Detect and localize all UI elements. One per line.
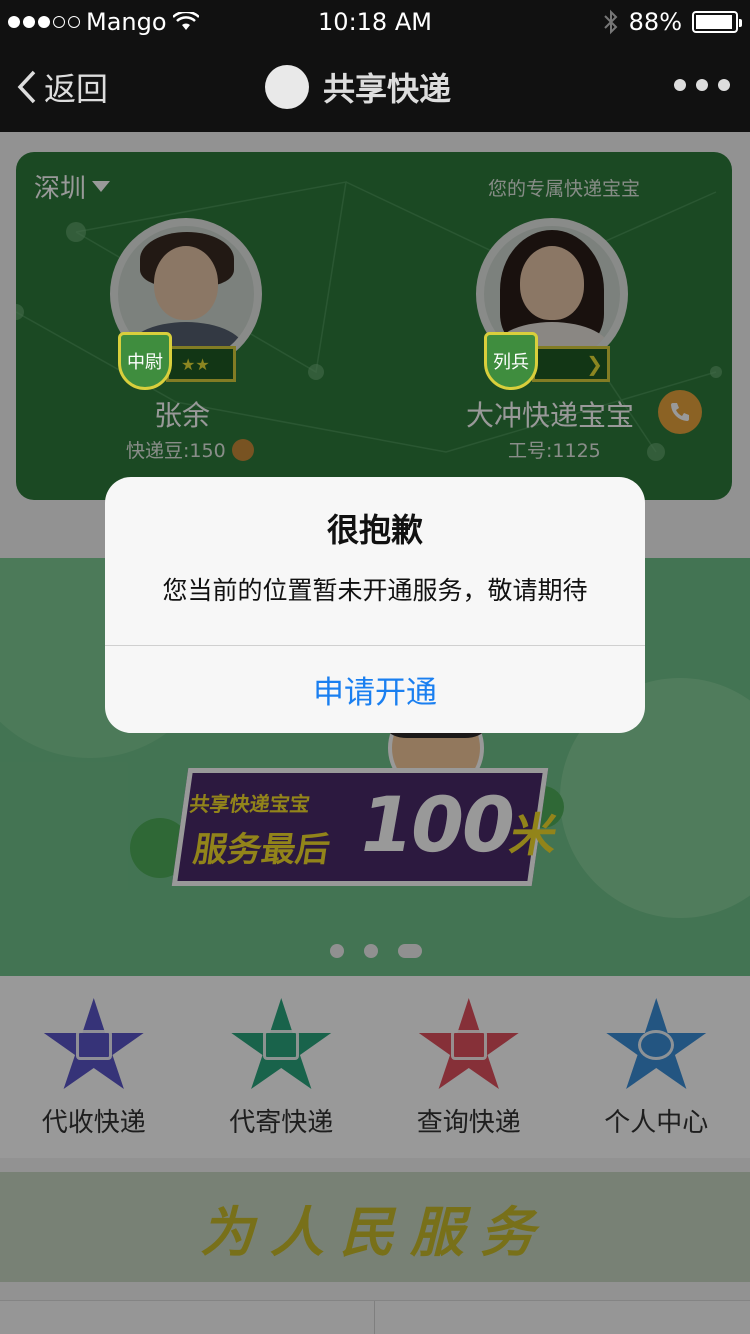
battery-percentage: 88% — [628, 8, 682, 36]
page-title: 共享快递 — [323, 70, 452, 108]
rank-shield-icon: 列兵 — [484, 332, 538, 390]
more-options-button[interactable] — [674, 79, 730, 91]
alert-title: 很抱歉 — [326, 511, 423, 549]
modal-overlay[interactable] — [0, 132, 750, 1334]
rank-shield-icon: 中尉 — [118, 332, 172, 390]
more-dot-icon — [718, 79, 730, 91]
courier-rank-title: 列兵 — [493, 352, 529, 373]
user-rank-title: 中尉 — [127, 352, 163, 373]
alert-message: 您当前的位置暂未开通服务，敬请期待 — [162, 576, 588, 605]
bluetooth-icon — [603, 9, 618, 35]
more-dot-icon — [674, 79, 686, 91]
chevron-left-icon — [17, 70, 36, 104]
app-logo-icon — [265, 65, 309, 109]
apply-service-button[interactable]: 申请开通 — [105, 646, 645, 733]
back-label: 返回 — [44, 70, 109, 108]
battery-icon — [692, 11, 742, 33]
page-title-group: 共享快递 — [265, 64, 451, 110]
navigation-bar: 返回 共享快递 — [0, 44, 750, 132]
alert-dialog: 很抱歉 您当前的位置暂未开通服务，敬请期待 申请开通 — [105, 477, 645, 733]
status-bar: Mango 10:18 AM 88% — [0, 0, 750, 44]
back-button[interactable]: 返回 — [16, 64, 108, 110]
more-dot-icon — [696, 79, 708, 91]
status-right: 88% — [603, 8, 742, 36]
